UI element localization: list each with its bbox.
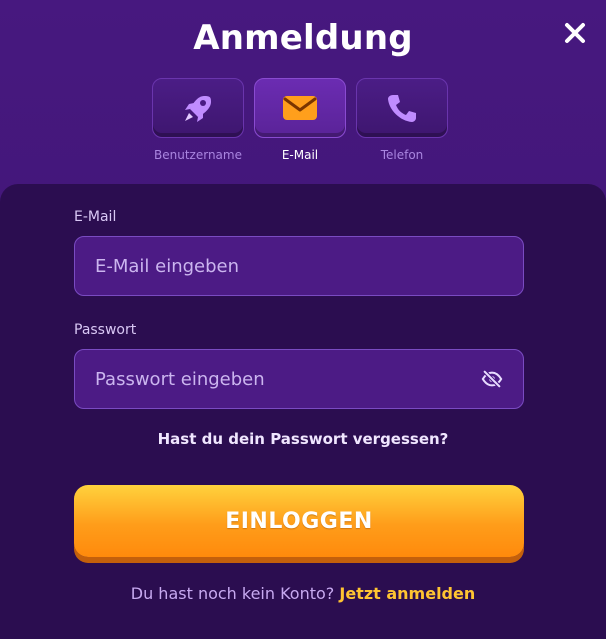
- tab-phone-box[interactable]: [356, 78, 448, 138]
- login-method-tabs: Benutzername E-Mail Telefon: [0, 78, 606, 168]
- tab-email[interactable]: E-Mail: [254, 78, 346, 162]
- tab-phone-label: Telefon: [380, 148, 424, 162]
- tab-email-label: E-Mail: [281, 148, 319, 162]
- tab-username-label: Benutzername: [154, 148, 242, 162]
- forgot-password-link[interactable]: Hast du dein Passwort vergessen?: [0, 430, 606, 448]
- modal-title: Anmeldung: [193, 18, 413, 58]
- login-button[interactable]: EINLOGGEN: [74, 485, 524, 557]
- tab-username[interactable]: Benutzername: [152, 78, 244, 162]
- signup-text: Du hast noch kein Konto?: [130, 584, 335, 603]
- close-icon[interactable]: [562, 20, 588, 46]
- password-input[interactable]: [95, 368, 481, 390]
- eye-off-icon[interactable]: [481, 368, 503, 390]
- signup-link[interactable]: Jetzt anmelden: [339, 584, 475, 603]
- envelope-icon: [283, 96, 317, 120]
- rocket-icon: [185, 96, 211, 122]
- login-modal: Anmeldung Benutzername E-Mail Telefon E-…: [0, 0, 606, 639]
- tab-username-box[interactable]: [152, 78, 244, 138]
- email-input[interactable]: [95, 255, 503, 277]
- signup-prompt: Du hast noch kein Konto? Jetzt anmelden: [0, 584, 606, 603]
- phone-icon: [388, 95, 416, 122]
- email-label: E-Mail: [74, 209, 117, 225]
- password-field-wrapper[interactable]: [74, 349, 524, 409]
- email-field-wrapper[interactable]: [74, 236, 524, 296]
- tab-phone[interactable]: Telefon: [356, 78, 448, 162]
- tab-email-box[interactable]: [254, 78, 346, 138]
- password-label: Passwort: [74, 322, 137, 338]
